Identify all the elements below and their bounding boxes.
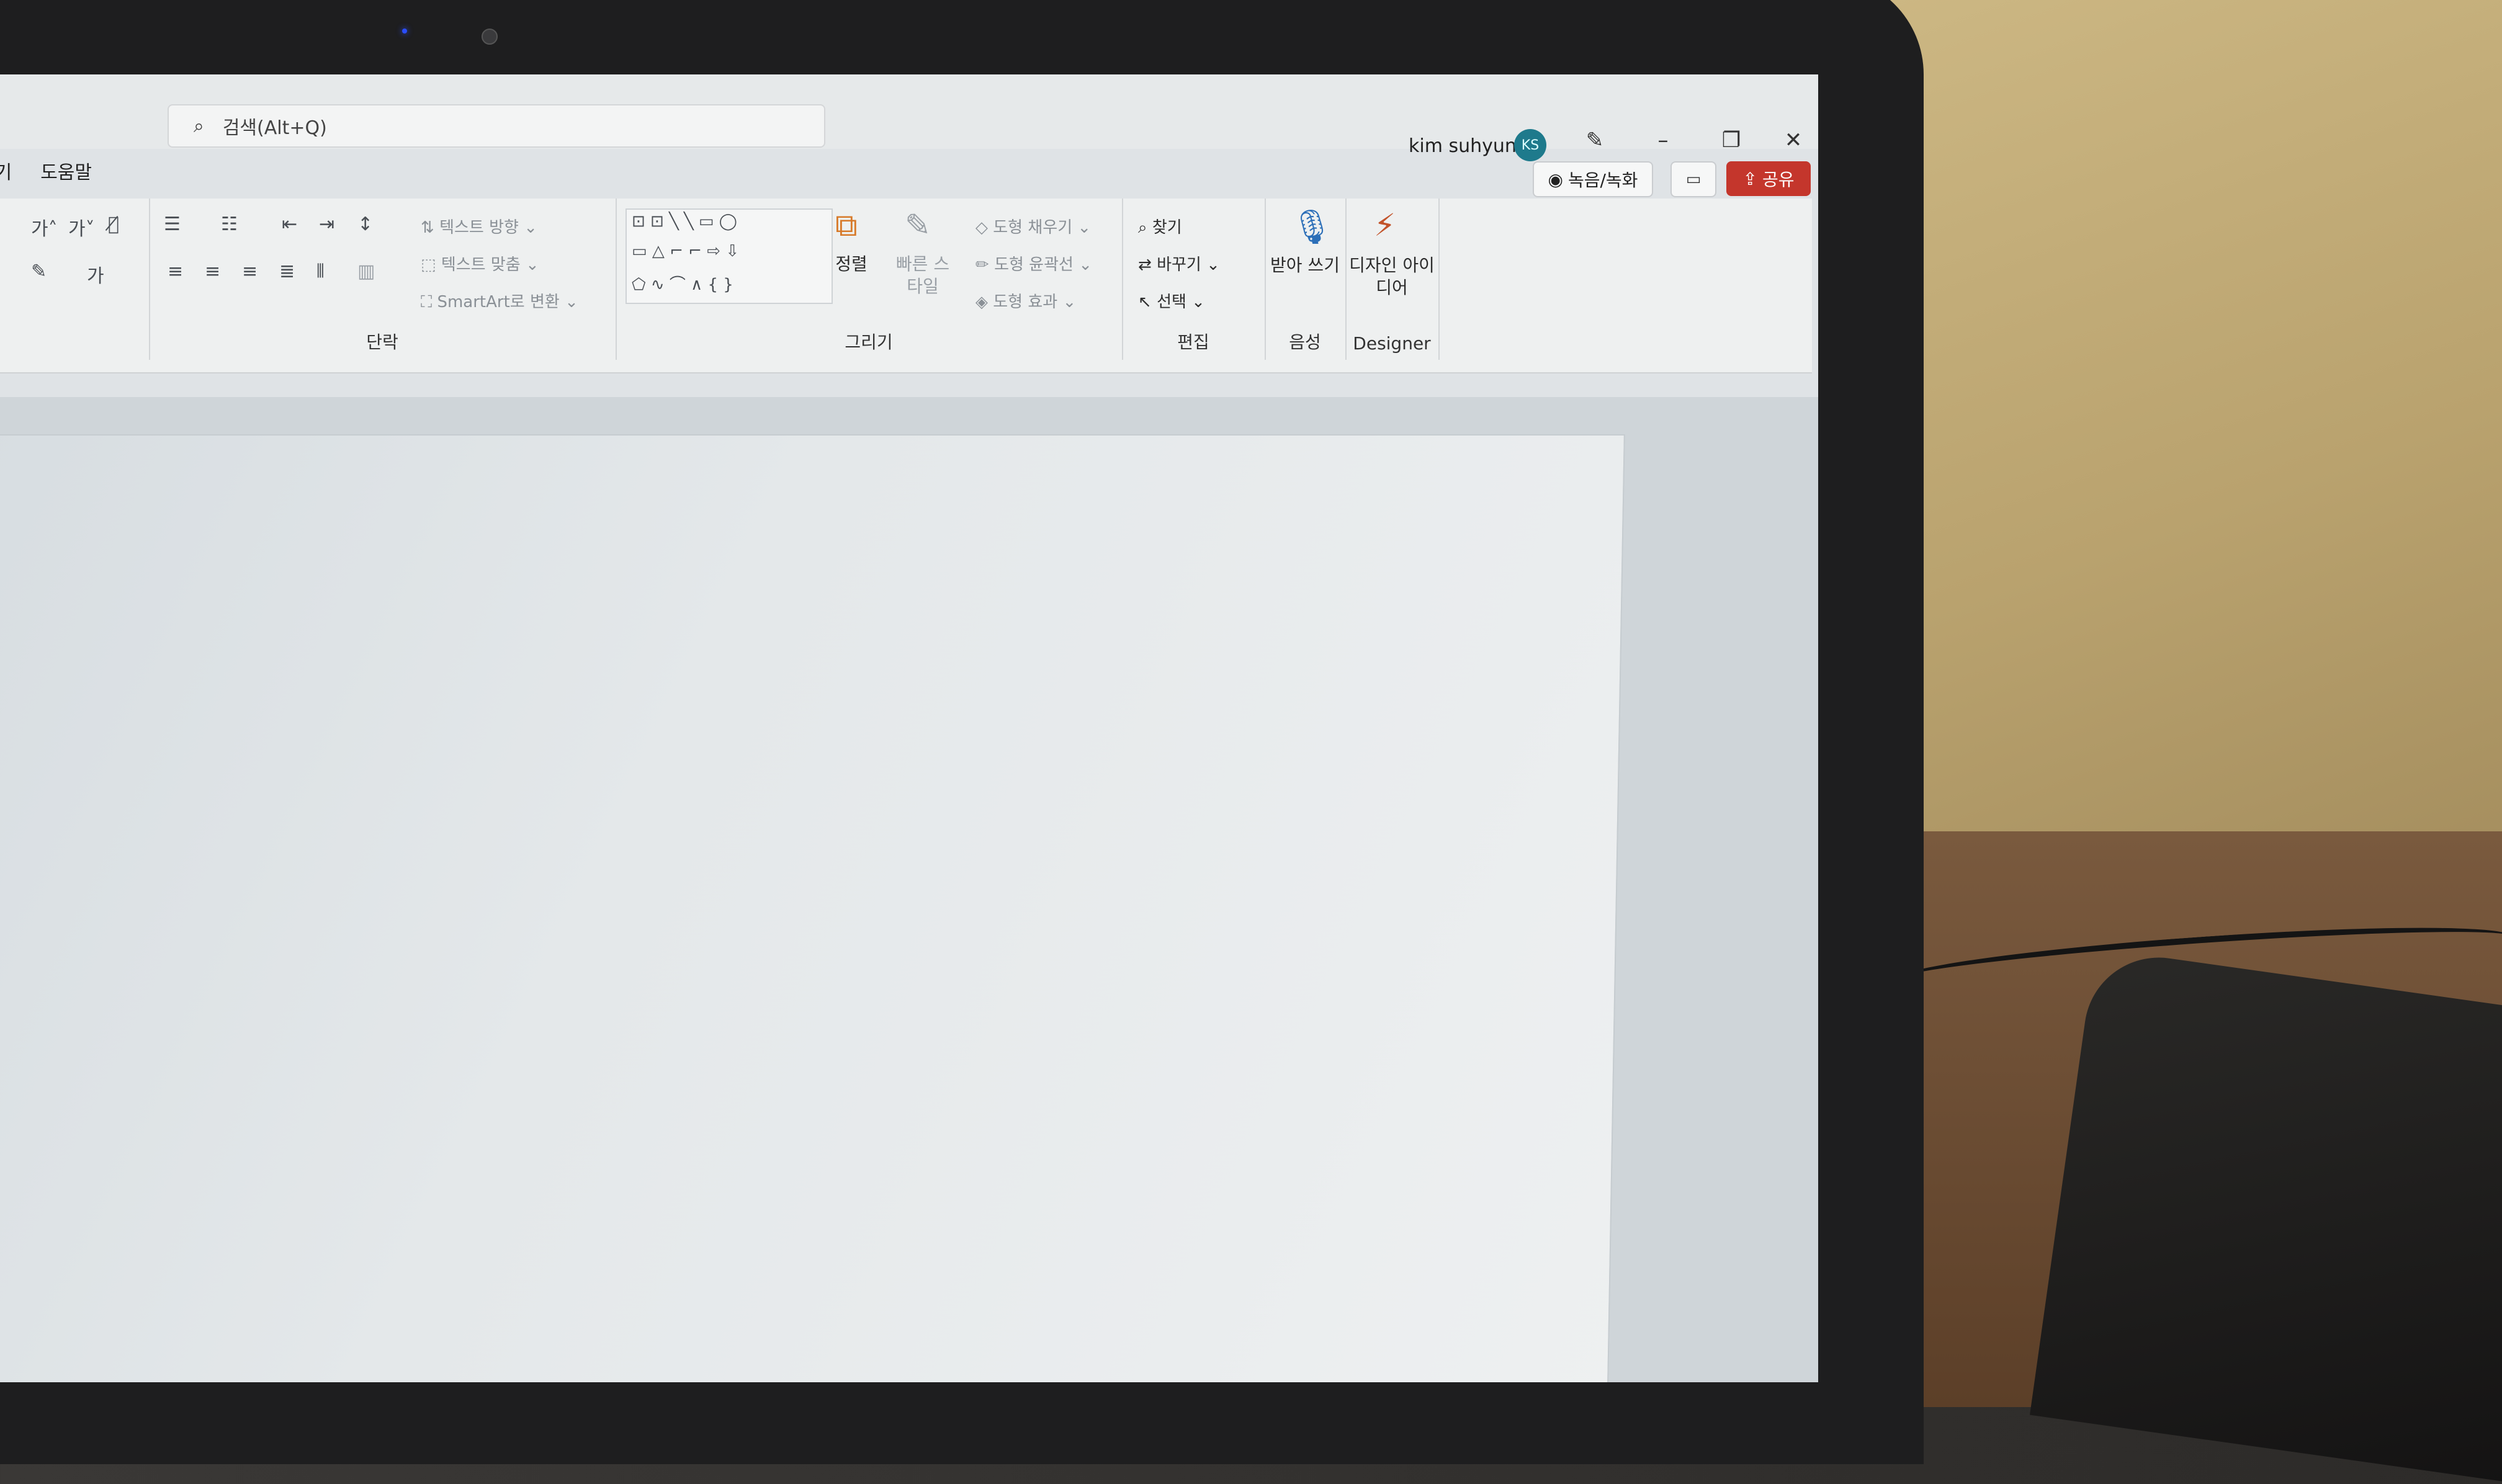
drawing-group-label: 그리기 bbox=[845, 332, 893, 352]
workspace bbox=[0, 397, 1818, 1382]
quick-styles-label[interactable]: 빠른 스타일 bbox=[889, 253, 957, 298]
webcam bbox=[482, 29, 498, 45]
user-name: kim suhyun bbox=[1409, 135, 1517, 157]
align-center-icon[interactable]: ≡ bbox=[205, 261, 220, 282]
increase-indent-icon[interactable]: ⇥ bbox=[319, 213, 334, 235]
drawing-group: ⊡ ⊡ ╲ ╲ ▭ ◯ ▭ △ ⌐ ⌐ ⇨ ⇩ ⬠ ∿ ⌒ ∧ { } ⧉ 정렬… bbox=[616, 199, 1123, 360]
ribbon-tabs: 보기 도움말 bbox=[0, 149, 92, 192]
tab-view[interactable]: 보기 bbox=[0, 157, 12, 184]
avatar[interactable]: KS bbox=[1514, 129, 1546, 161]
close-button[interactable]: ✕ bbox=[1775, 128, 1812, 153]
restore-button[interactable]: ❐ bbox=[1713, 128, 1750, 153]
share-label: 공유 bbox=[1762, 169, 1795, 190]
search-placeholder: 검색(Alt+Q) bbox=[222, 117, 327, 139]
comment-button[interactable]: ▭ bbox=[1670, 161, 1716, 197]
shapes-row-2: ▭ △ ⌐ ⌐ ⇨ ⇩ bbox=[632, 242, 740, 261]
voice-group-label: 음성 bbox=[1289, 332, 1321, 352]
columns-icon[interactable]: ▥ bbox=[357, 261, 375, 282]
smartart-label: SmartArt로 변환 bbox=[437, 293, 560, 311]
shape-fill-label: 도형 채우기 bbox=[993, 218, 1073, 237]
shape-effects-label: 도형 효과 bbox=[993, 293, 1058, 311]
distributed-icon[interactable]: ⫴ bbox=[316, 261, 325, 282]
numbering-icon[interactable]: ☷ bbox=[221, 213, 238, 235]
editing-group-label: 편집 bbox=[1177, 332, 1209, 352]
decrease-indent-icon[interactable]: ⇤ bbox=[282, 213, 297, 235]
pen-icon[interactable]: ✎ bbox=[1576, 128, 1613, 153]
arrange-label[interactable]: 정렬 bbox=[820, 253, 882, 275]
align-left-icon[interactable]: ≡ bbox=[168, 261, 183, 282]
screen: ⌕ 검색(Alt+Q) kim suhyun KS ✎ – ❐ ✕ 보기 도움말… bbox=[0, 74, 1818, 1382]
shape-outline[interactable]: ✏ 도형 윤곽선 ⌄ bbox=[975, 252, 1092, 275]
search-box[interactable]: ⌕ 검색(Alt+Q) bbox=[168, 104, 825, 148]
slide-canvas[interactable] bbox=[0, 434, 1625, 1382]
highlight-icon[interactable]: ✎ bbox=[31, 261, 47, 282]
voice-group: 🎙 받아 쓰기 음성 bbox=[1265, 199, 1347, 360]
shape-effects[interactable]: ◈ 도형 효과 ⌄ bbox=[975, 289, 1076, 312]
camera-led bbox=[402, 29, 407, 34]
shape-outline-label: 도형 윤곽선 bbox=[994, 256, 1074, 274]
find-label: 찾기 bbox=[1152, 218, 1182, 237]
record-label: 녹음/녹화 bbox=[1567, 170, 1638, 190]
tab-help[interactable]: 도움말 bbox=[40, 157, 92, 184]
designer-group-label: Designer bbox=[1353, 333, 1431, 354]
ribbon: 가˄ 가˅ 가̸ ✎ 가 ☰ ☷ ⇤ ⇥ ↕ ≡ ≡ ≡ ≣ ⫴ ▥ ⇅ 텍스트… bbox=[0, 199, 1812, 461]
align-right-icon[interactable]: ≡ bbox=[242, 261, 258, 282]
find-button[interactable]: ⌕ 찾기 bbox=[1138, 215, 1182, 238]
clear-format-icon[interactable]: 가̸ bbox=[108, 213, 119, 235]
laptop-bezel: ⌕ 검색(Alt+Q) kim suhyun KS ✎ – ❐ ✕ 보기 도움말… bbox=[0, 0, 1924, 1464]
title-bar: ⌕ 검색(Alt+Q) kim suhyun KS ✎ – ❐ ✕ bbox=[0, 74, 1818, 161]
search-icon: ⌕ bbox=[194, 115, 204, 137]
select-button[interactable]: ↖ 선택 ⌄ bbox=[1138, 289, 1205, 312]
text-direction[interactable]: ⇅ 텍스트 방향 ⌄ bbox=[421, 215, 537, 238]
dictate-label[interactable]: 받아 쓰기 bbox=[1265, 254, 1345, 277]
replace-label: 바꾸기 bbox=[1157, 256, 1201, 274]
align-text[interactable]: ⬚ 텍스트 맞춤 ⌄ bbox=[421, 252, 539, 275]
paragraph-group-label: 단락 bbox=[366, 332, 398, 352]
quick-styles-icon[interactable]: ✎ bbox=[905, 207, 931, 243]
minimize-button[interactable]: – bbox=[1644, 128, 1682, 153]
justify-icon[interactable]: ≣ bbox=[279, 261, 295, 282]
font-group: 가˄ 가˅ 가̸ ✎ 가 bbox=[0, 199, 150, 360]
share-button[interactable]: ⇪ 공유 bbox=[1726, 161, 1811, 196]
arrange-icon[interactable]: ⧉ bbox=[835, 207, 858, 244]
designer-icon[interactable]: ⚡ bbox=[1374, 207, 1396, 243]
editing-group: ⌕ 찾기 ⇄ 바꾸기 ⌄ ↖ 선택 ⌄ 편집 bbox=[1122, 199, 1266, 360]
microphone-icon[interactable]: 🎙 bbox=[1291, 207, 1334, 247]
shapes-gallery[interactable]: ⊡ ⊡ ╲ ╲ ▭ ◯ ▭ △ ⌐ ⌐ ⇨ ⇩ ⬠ ∿ ⌒ ∧ { } bbox=[626, 208, 833, 304]
shape-fill[interactable]: ◇ 도형 채우기 ⌄ bbox=[975, 215, 1091, 238]
font-color-icon[interactable]: 가 bbox=[87, 261, 104, 288]
text-direction-label: 텍스트 방향 bbox=[439, 218, 519, 237]
paragraph-group: ☰ ☷ ⇤ ⇥ ↕ ≡ ≡ ≡ ≣ ⫴ ▥ ⇅ 텍스트 방향 ⌄ ⬚ 텍스트 맞… bbox=[149, 199, 617, 360]
select-label: 선택 bbox=[1157, 293, 1186, 311]
grow-font-icon[interactable]: 가˄ bbox=[31, 213, 58, 241]
line-spacing-icon[interactable]: ↕ bbox=[357, 213, 373, 235]
replace-button[interactable]: ⇄ 바꾸기 ⌄ bbox=[1138, 252, 1220, 275]
bullets-icon[interactable]: ☰ bbox=[164, 213, 181, 235]
record-button[interactable]: ◉ 녹음/녹화 bbox=[1533, 161, 1653, 197]
shapes-row-1: ⊡ ⊡ ╲ ╲ ▭ ◯ bbox=[632, 212, 737, 231]
device-object bbox=[2030, 948, 2502, 1484]
shrink-font-icon[interactable]: 가˅ bbox=[68, 213, 95, 241]
comment-icon: ▭ bbox=[1685, 170, 1702, 189]
shapes-row-3: ⬠ ∿ ⌒ ∧ { } bbox=[632, 275, 733, 294]
share-icon: ⇪ bbox=[1742, 168, 1757, 189]
design-ideas-label[interactable]: 디자인 아이디어 bbox=[1345, 254, 1438, 299]
designer-group: ⚡ 디자인 아이디어 Designer bbox=[1345, 199, 1440, 360]
align-text-label: 텍스트 맞춤 bbox=[441, 256, 521, 274]
record-icon: ◉ bbox=[1548, 169, 1563, 190]
convert-smartart[interactable]: ⛶ SmartArt로 변환 ⌄ bbox=[421, 289, 578, 312]
